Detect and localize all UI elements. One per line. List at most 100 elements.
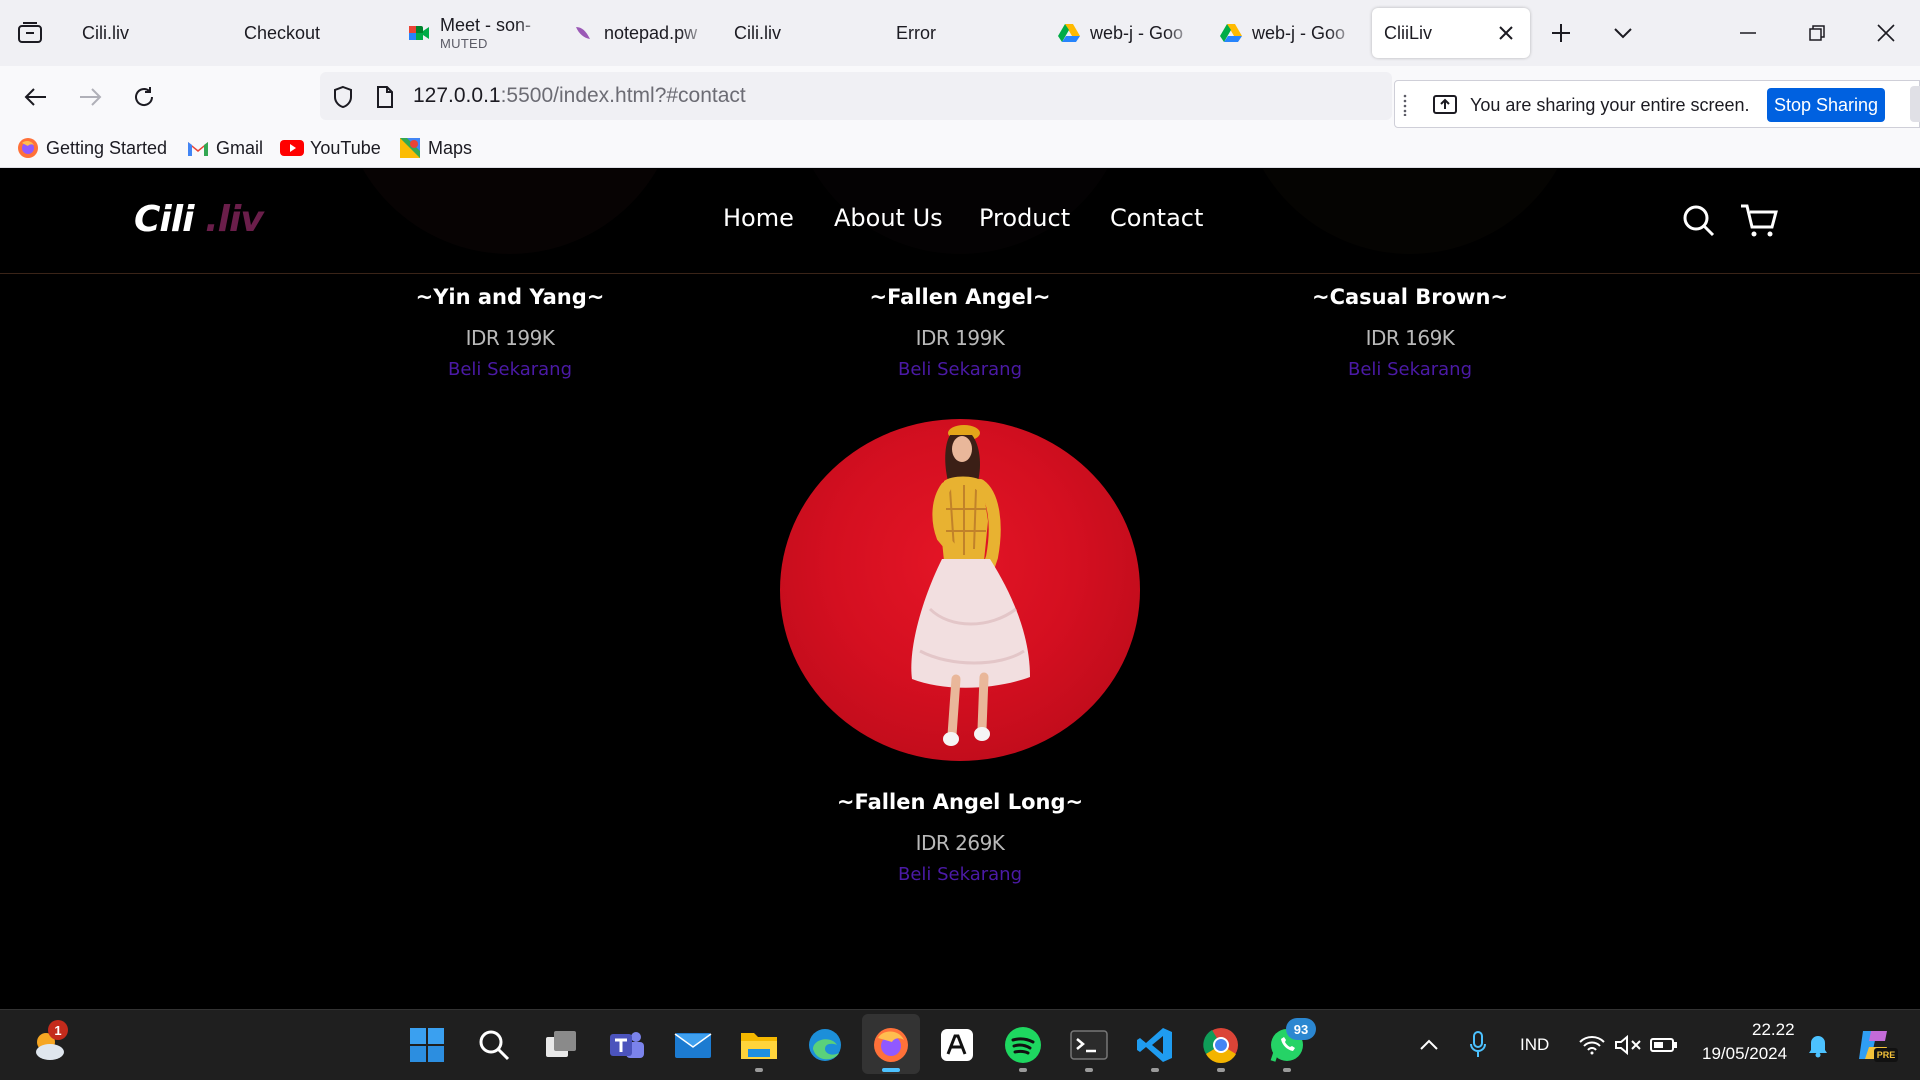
bookmark-gmail[interactable]: Gmail [186,135,263,161]
running-indicator [1283,1068,1291,1072]
stop-sharing-button[interactable]: Stop Sharing [1767,88,1885,122]
tab-error[interactable]: Error [884,8,1034,58]
screen: Cili.liv Checkout Meet - son- MUTED note… [0,0,1920,1080]
clock-date[interactable]: 19/05/2024 [1702,1044,1787,1064]
mail-icon[interactable] [672,1024,714,1066]
tab-notepad[interactable]: notepad.pw [560,8,710,58]
vscode-icon[interactable] [1134,1024,1176,1066]
buy-now-link[interactable]: Beli Sekarang [760,359,1160,380]
shield-icon[interactable] [325,79,361,115]
tab-web-j-1[interactable]: web-j - Goo [1046,8,1196,58]
tab-close-icon[interactable] [1494,21,1518,45]
task-view-icon[interactable] [540,1024,582,1066]
chevron-up-icon[interactable] [1409,1024,1449,1066]
tab-cililiv-2[interactable]: Cili.liv [722,8,872,58]
speaker-muted-icon[interactable] [1608,1024,1648,1066]
edge-icon[interactable] [804,1024,846,1066]
running-indicator [1085,1068,1093,1072]
chevron-down-icon[interactable] [1607,17,1639,49]
terminal-icon[interactable] [1068,1024,1110,1066]
google-drive-icon [1220,22,1242,44]
site-logo[interactable]: Cili .liv [134,199,264,240]
tab-meet[interactable]: Meet - son- MUTED [396,8,546,58]
share-message: You are sharing your entire screen. [1470,95,1750,115]
product-name: ~Casual Brown~ [1311,285,1509,309]
spotify-icon[interactable] [1002,1024,1044,1066]
tab-checkout[interactable]: Checkout [232,8,382,58]
bookmark-label: Gmail [216,137,264,158]
close-window-icon[interactable] [1866,17,1906,49]
nav-home[interactable]: Home [723,204,794,232]
tab-title: Checkout [244,22,321,43]
file-explorer-icon[interactable] [738,1024,780,1066]
tab-web-j-2[interactable]: web-j - Goo [1208,8,1358,58]
web-page: Cili .liv Home About Us Product Contact … [0,169,1920,1009]
clock-time[interactable]: 22.22 [1752,1020,1795,1040]
bookmark-label: Maps [428,137,473,158]
model-figure [911,425,1030,746]
restore-icon[interactable] [1797,17,1837,49]
site-header: Cili .liv Home About Us Product Contact [0,169,1920,274]
tab-cliliv-active[interactable]: CliiLiv [1372,8,1530,58]
product-image-fallen-angel-long[interactable] [780,419,1140,761]
url-text[interactable]: 127.0.0.1:5500/index.html?#contact [413,84,746,108]
bookmark-label: YouTube [310,137,381,158]
product-name: ~Yin and Yang~ [415,285,605,309]
whatsapp-badge: 93 [1286,1018,1316,1040]
minimize-icon[interactable] [1728,17,1768,49]
wifi-icon[interactable] [1572,1024,1612,1066]
product-card-casual-brown: ~Casual Brown~ IDR 169K Beli Sekarang [1210,285,1610,380]
windows-start-icon[interactable] [406,1024,448,1066]
firefox-icon[interactable] [870,1024,912,1066]
chrome-icon[interactable] [1200,1024,1242,1066]
nav-contact[interactable]: Contact [1110,204,1203,232]
notification-bell-icon[interactable] [1798,1024,1838,1066]
teams-icon[interactable] [606,1024,648,1066]
product-price: IDR 269K [915,831,1005,855]
product-name: ~Fallen Angel~ [869,285,1051,309]
buy-now-link[interactable]: Beli Sekarang [310,359,710,380]
url-path: :5500/index.html?#contact [500,84,746,107]
search-icon[interactable] [1677,199,1721,243]
buy-now-link[interactable]: Beli Sekarang [1210,359,1610,380]
logo-main: Cili [134,199,194,240]
back-arrow-icon[interactable] [18,79,54,115]
weather-badge: 1 [48,1020,68,1040]
drag-handle-icon[interactable] [1400,93,1410,117]
new-tab-icon[interactable] [1545,17,1577,49]
product-price: IDR 199K [915,326,1005,350]
typora-icon[interactable] [936,1024,978,1066]
product-card-yin-yang: ~Yin and Yang~ IDR 199K Beli Sekarang [310,285,710,380]
tab-title: Error [896,22,936,43]
page-info-icon[interactable] [367,79,403,115]
tab-cililiv-1[interactable]: Cili.liv [70,8,220,58]
tab-title: Cili.liv [734,22,781,43]
search-icon[interactable] [473,1024,515,1066]
notepad-icon [572,22,594,44]
buy-now-link[interactable]: Beli Sekarang [760,864,1160,885]
language-indicator[interactable]: IND [1520,1035,1549,1055]
tab-list-icon[interactable] [14,17,46,49]
cart-icon[interactable] [1737,199,1781,243]
bookmark-getting-started[interactable]: Getting Started [16,135,167,161]
product-card-fallen-angel: ~Fallen Angel~ IDR 199K Beli Sekarang [760,285,1160,380]
bookmark-maps[interactable]: Maps [398,135,472,161]
battery-icon[interactable] [1644,1024,1684,1066]
product-card-fallen-angel-long: ~Fallen Angel Long~ IDR 269K Beli Sekara… [760,790,1160,885]
gmail-icon [186,136,210,160]
running-indicator [755,1068,763,1072]
logo-accent: .liv [193,199,264,240]
copilot-pre-badge: PRE [1874,1048,1898,1062]
forward-arrow-icon[interactable] [72,79,108,115]
tab-title: Cili.liv [82,22,129,43]
running-indicator [1217,1068,1225,1072]
microphone-icon[interactable] [1458,1024,1498,1066]
nav-product[interactable]: Product [979,204,1070,232]
product-price: IDR 199K [465,326,555,350]
nav-about-us[interactable]: About Us [834,204,943,232]
reload-icon[interactable] [126,79,162,115]
google-maps-icon [398,136,422,160]
share-panel-edge [1910,86,1920,122]
bookmark-label: Getting Started [46,137,168,158]
bookmark-youtube[interactable]: YouTube [280,135,381,161]
